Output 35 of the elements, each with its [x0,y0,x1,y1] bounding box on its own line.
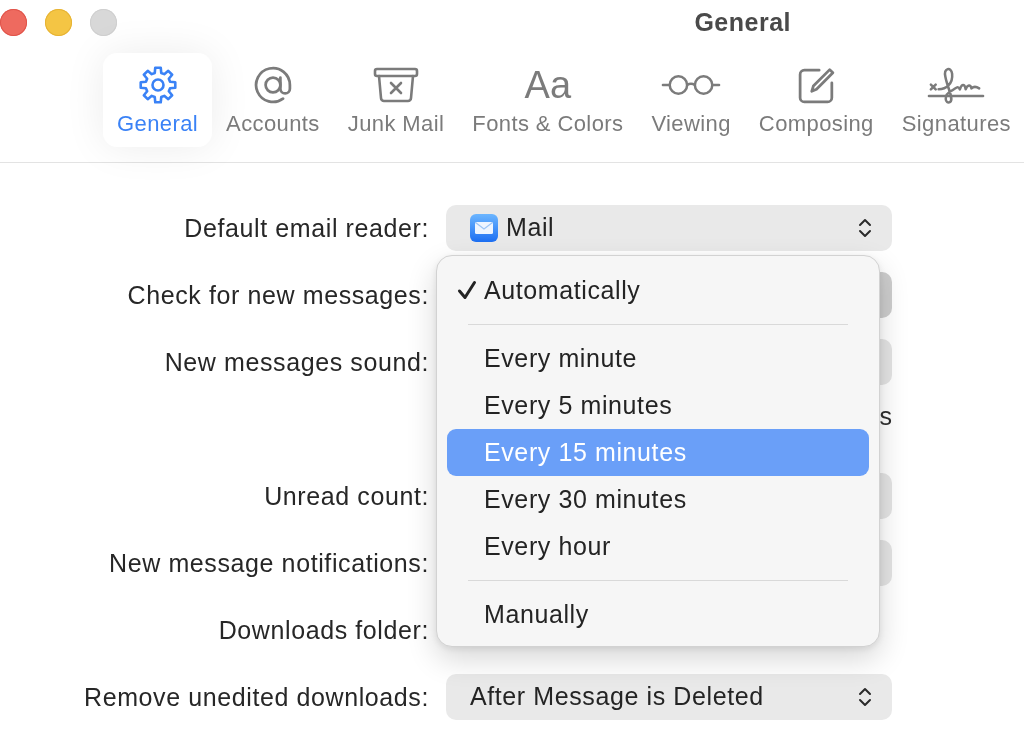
updown-chevron-icon [858,685,872,708]
toolbar-tab[interactable]: Composing [744,53,888,147]
menu-item[interactable]: Every minute [447,334,869,382]
field-label: Remove unedited downloads: [84,682,429,711]
field-label: Unread count: [264,481,429,510]
menu-item[interactable]: Every 5 minutes [447,381,869,429]
at-sign-icon [253,66,292,104]
font-icon: Aa [524,67,572,103]
menu-item[interactable]: Every 30 minutes [447,475,869,523]
field-label: New message notifications: [109,548,429,577]
popup-button[interactable]: Mail [446,204,892,251]
minimize-button[interactable] [45,8,72,36]
field-label: New messages sound: [164,347,429,376]
toolbar-tab[interactable]: Accounts [212,53,334,147]
field-label: Default email reader: [184,213,429,242]
glasses-icon [661,74,722,96]
menu-item[interactable]: Manually [447,590,869,638]
menu-item[interactable]: Every hour [447,522,869,570]
menu-item[interactable]: Automatically [447,266,869,314]
option-label: s [879,402,892,430]
field-label: Check for new messages: [127,280,429,309]
toolbar-tab[interactable]: General [103,53,213,147]
field-label: Downloads folder: [218,615,429,644]
toolbar-tab[interactable]: Viewing [637,53,745,147]
gear-icon [137,65,178,105]
compose-icon [797,66,835,104]
popup-button[interactable]: After Message is Deleted [446,673,892,720]
signature-icon [927,65,986,105]
toolbar-tab[interactable]: Junk Mail [333,53,459,147]
close-button[interactable] [0,8,27,36]
toolbar-tab[interactable]: Signatures [887,53,1024,147]
toolbar-tab[interactable]: Aa Fonts & Colors [458,53,638,147]
bin-icon [373,67,420,103]
updown-chevron-icon [858,216,872,239]
window-title: General [694,7,791,37]
